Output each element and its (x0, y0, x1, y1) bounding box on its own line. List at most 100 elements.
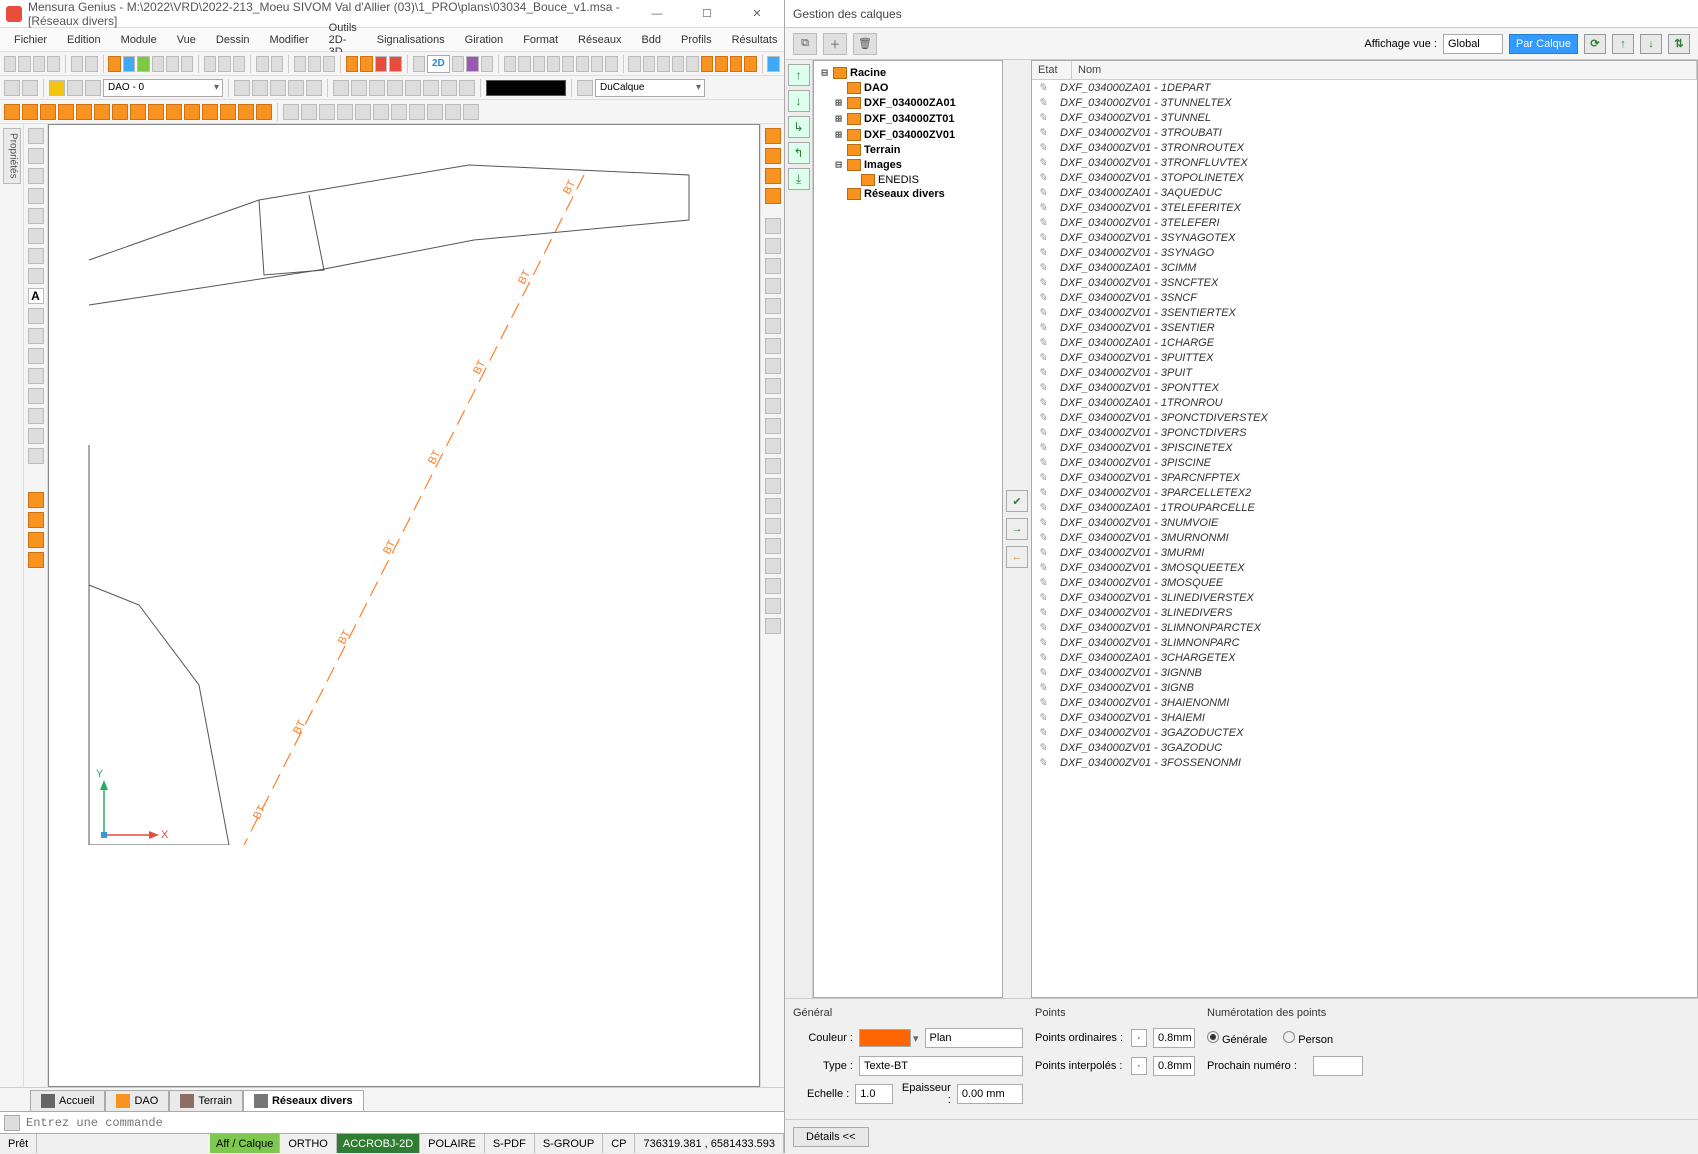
tool-icon[interactable] (108, 56, 120, 72)
add-layer-icon[interactable]: ＋ (823, 33, 847, 55)
layer-row[interactable]: ✎DXF_034000ZV01 - 3TELEFERITEX (1032, 200, 1697, 215)
layer-row[interactable]: ✎DXF_034000ZV01 - 3PISCINETEX (1032, 440, 1697, 455)
layer-row[interactable]: ✎DXF_034000ZV01 - 3TRONFLUVTEX (1032, 155, 1697, 170)
snap-icon[interactable] (202, 104, 218, 120)
add-layer-group-icon[interactable]: ⧉ (793, 33, 817, 55)
move-bottom-icon[interactable]: ⤓ (788, 168, 810, 190)
menu-modifier[interactable]: Modifier (262, 32, 317, 48)
layer-row[interactable]: ✎DXF_034000ZV01 - 3TOPOLINETEX (1032, 170, 1697, 185)
move-into-icon[interactable]: ↳ (788, 116, 810, 138)
sort-icon[interactable]: ⇅ (1668, 34, 1690, 54)
snap-icon[interactable] (112, 104, 128, 120)
tool-icon[interactable] (323, 56, 335, 72)
layer-row[interactable]: ✎DXF_034000ZV01 - 3HAIENONMI (1032, 695, 1697, 710)
new-icon[interactable] (4, 56, 16, 72)
edit-icon[interactable] (355, 104, 371, 120)
tab-accueil[interactable]: Accueil (30, 1090, 105, 1111)
menu-reseaux[interactable]: Réseaux (570, 32, 629, 48)
circle-icon[interactable] (28, 188, 44, 204)
layer-row[interactable]: ✎DXF_034000ZV01 - 3MOSQUEETEX (1032, 560, 1697, 575)
par-calque-button[interactable]: Par Calque (1509, 34, 1578, 54)
tree-node[interactable]: Réseaux divers (816, 187, 1000, 201)
tool-icon[interactable] (744, 56, 756, 72)
epaisseur-dropdown[interactable]: 0.00 mm (957, 1084, 1023, 1104)
snap-icon[interactable] (76, 104, 92, 120)
layer-row[interactable]: ✎DXF_034000ZV01 - 3TUNNELTEX (1032, 95, 1697, 110)
tool-icon[interactable] (181, 56, 193, 72)
line-icon[interactable] (28, 128, 44, 144)
layer-row[interactable]: ✎DXF_034000ZV01 - 3GAZODUC (1032, 740, 1697, 755)
tool-icon[interactable] (389, 56, 401, 72)
tool-icon[interactable] (672, 56, 684, 72)
tool-icon[interactable] (346, 56, 358, 72)
layer-row[interactable]: ✎DXF_034000ZV01 - 3TRONROUTEX (1032, 140, 1697, 155)
refresh-icon[interactable]: ⟳ (1584, 34, 1606, 54)
by-layer-dropdown[interactable]: DuCalque (595, 79, 705, 97)
zoom-icon[interactable] (504, 56, 516, 72)
command-input[interactable] (26, 1116, 780, 1130)
delete-layer-icon[interactable]: 🗑 (853, 33, 877, 55)
cut-icon[interactable] (204, 56, 216, 72)
tool-icon[interactable] (466, 56, 478, 72)
status-ortho[interactable]: ORTHO (280, 1134, 337, 1153)
move-up-icon[interactable]: ↑ (788, 64, 810, 86)
layer-row[interactable]: ✎DXF_034000ZV01 - 3IGNNB (1032, 665, 1697, 680)
tool-icon[interactable] (28, 512, 44, 528)
layer-row[interactable]: ✎DXF_034000ZV01 - 3LIMNONPARC (1032, 635, 1697, 650)
status-accro2d[interactable]: ACCROBJ-2D (337, 1134, 420, 1153)
zoom-icon[interactable] (547, 56, 559, 72)
paste-icon[interactable] (233, 56, 245, 72)
drawing-canvas[interactable]: BT BT BT BT BT BT BT BT X Y (48, 124, 760, 1087)
menu-dessin[interactable]: Dessin (208, 32, 258, 48)
status-sgroup[interactable]: S-GROUP (535, 1134, 603, 1153)
tree-node[interactable]: ⊞DXF_034000ZT01 (816, 111, 1000, 127)
view-dropdown[interactable] (1443, 34, 1503, 54)
points-ord-type[interactable]: · (1131, 1029, 1147, 1047)
menu-giration[interactable]: Giration (457, 32, 512, 48)
tool-icon[interactable] (452, 56, 464, 72)
radio-generale[interactable]: Générale (1207, 1031, 1267, 1046)
arrow-up-icon[interactable]: ↑ (1612, 34, 1634, 54)
layer-row[interactable]: ✎DXF_034000ZV01 - 3PARCELLETEX2 (1032, 485, 1697, 500)
status-cp[interactable]: CP (603, 1134, 635, 1153)
layer-row[interactable]: ✎DXF_034000ZA01 - 3CHARGETEX (1032, 650, 1697, 665)
layer-row[interactable]: ✎DXF_034000ZV01 - 3PUITTEX (1032, 350, 1697, 365)
tool-icon[interactable] (270, 80, 286, 96)
tool-icon[interactable] (28, 448, 44, 464)
status-aff-calque[interactable]: Aff / Calque (210, 1134, 280, 1153)
tool-icon[interactable] (28, 532, 44, 548)
arrow-right-icon[interactable]: → (1006, 518, 1028, 540)
layer-row[interactable]: ✎DXF_034000ZV01 - 3SNCFTEX (1032, 275, 1697, 290)
tool-icon[interactable] (294, 56, 306, 72)
edit-icon[interactable] (463, 104, 479, 120)
snap-icon[interactable] (94, 104, 110, 120)
type-dropdown[interactable]: Texte-BT (859, 1056, 1023, 1076)
undo-icon[interactable] (71, 56, 83, 72)
properties-tab[interactable]: Propriétés (3, 128, 21, 184)
layer-row[interactable]: ✎DXF_034000ZA01 - 1CHARGE (1032, 335, 1697, 350)
spline-icon[interactable] (28, 228, 44, 244)
menu-resultats[interactable]: Résultats (724, 32, 786, 48)
tool-icon[interactable] (715, 56, 727, 72)
edit-icon[interactable] (445, 104, 461, 120)
move-down-icon[interactable]: ↓ (788, 90, 810, 112)
layer-row[interactable]: ✎DXF_034000ZA01 - 1DEPART (1032, 80, 1697, 95)
layer-row[interactable]: ✎DXF_034000ZA01 - 3AQUEDUC (1032, 185, 1697, 200)
ellipse-icon[interactable] (28, 208, 44, 224)
tool-icon[interactable] (28, 492, 44, 508)
layer-dropdown[interactable]: DAO - 0 (103, 79, 223, 97)
layer-row[interactable]: ✎DXF_034000ZV01 - 3SYNAGOTEX (1032, 230, 1697, 245)
layer-row[interactable]: ✎DXF_034000ZV01 - 3SNCF (1032, 290, 1697, 305)
text-icon[interactable]: A (28, 288, 44, 304)
edit-icon[interactable] (427, 104, 443, 120)
layer-row[interactable]: ✎DXF_034000ZV01 - 3GAZODUCTEX (1032, 725, 1697, 740)
layer-row[interactable]: ✎DXF_034000ZV01 - 3NUMVOIE (1032, 515, 1697, 530)
bulb-icon[interactable] (49, 80, 65, 96)
tool-icon[interactable] (85, 80, 101, 96)
layer-row[interactable]: ✎DXF_034000ZV01 - 3PARCNFPTEX (1032, 470, 1697, 485)
mode-2d[interactable]: 2D (427, 55, 450, 73)
polyline-icon[interactable] (28, 148, 44, 164)
tool-icon[interactable] (137, 56, 149, 72)
layer-row[interactable]: ✎DXF_034000ZV01 - 3MURNONMI (1032, 530, 1697, 545)
zoom-icon[interactable] (562, 56, 574, 72)
